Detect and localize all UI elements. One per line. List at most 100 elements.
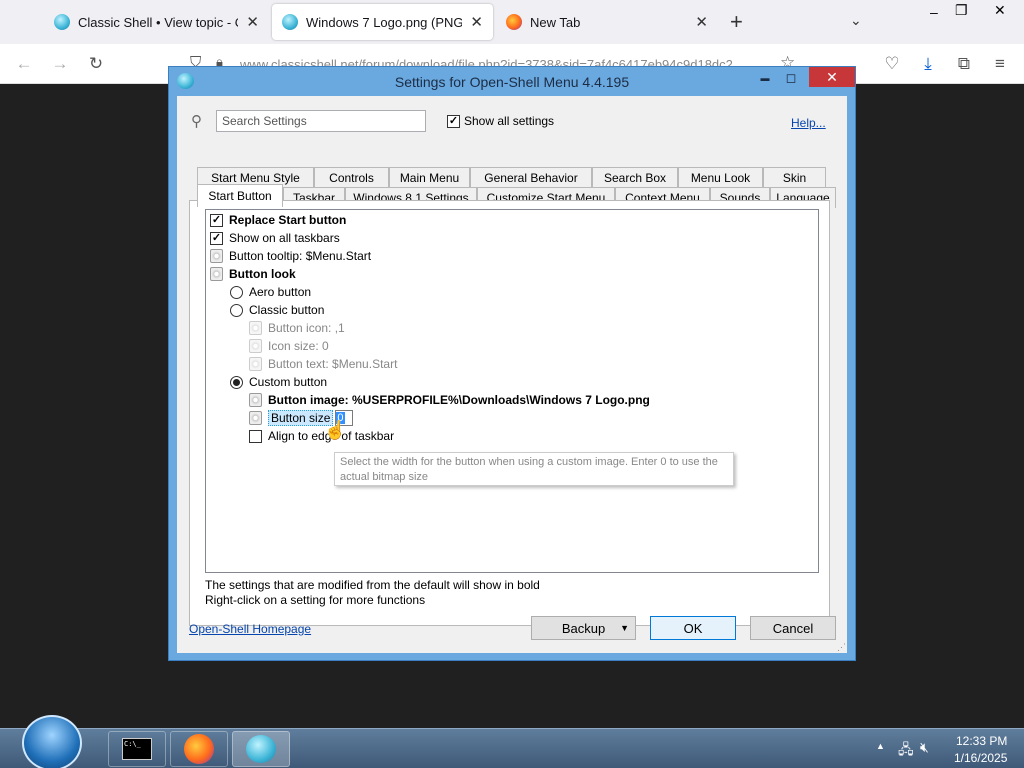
setting-aero-button[interactable]: Aero button [230, 283, 311, 301]
taskbar-open-shell-button[interactable] [232, 731, 290, 767]
setting-replace-start-button[interactable]: ✓ Replace Start button [210, 211, 346, 229]
list-all-tabs-icon[interactable]: ⌄ [850, 12, 862, 29]
setting-label: Custom button [249, 375, 328, 389]
window-close-icon[interactable]: ✕ [994, 2, 1006, 19]
taskbar-firefox-button[interactable] [170, 731, 228, 767]
reload-icon[interactable]: ↻ [84, 52, 108, 76]
radio-icon [230, 285, 243, 299]
settings-tree[interactable]: ✓ Replace Start button ✓ Show on all tas… [205, 209, 819, 573]
resize-grip-icon[interactable]: ⋰ [837, 642, 846, 653]
pocket-icon[interactable]: ♡ [880, 52, 904, 76]
maximize-icon[interactable]: ◻ [781, 67, 801, 89]
cancel-button[interactable]: Cancel [750, 616, 836, 640]
taskbar-cmd-button[interactable]: C:\_ [108, 731, 166, 767]
gear-icon [249, 357, 262, 371]
classic-shell-favicon-icon [282, 14, 298, 30]
window-restore-icon[interactable]: ❐ [955, 2, 968, 19]
show-all-settings-checkbox[interactable]: ✓ Show all settings [447, 114, 554, 128]
setting-align-to-edge[interactable]: Align to edge of taskbar [249, 427, 394, 445]
gear-icon [249, 339, 262, 353]
tab-menu-look[interactable]: Menu Look [678, 167, 763, 188]
setting-label: Button image: %USERPROFILE%\Downloads\Wi… [268, 393, 650, 407]
backup-button[interactable]: Backup ▼ [531, 616, 636, 640]
new-tab-button[interactable]: + [730, 9, 743, 35]
tab-skin[interactable]: Skin [763, 167, 826, 188]
browser-tab-new[interactable]: New Tab ✕ [496, 4, 718, 40]
tab-start-button[interactable]: Start Button [197, 184, 283, 207]
volume-muted-icon[interactable]: 🔇︎ [920, 739, 929, 756]
setting-button-image[interactable]: Button image: %USERPROFILE%\Downloads\Wi… [249, 391, 650, 409]
forward-icon[interactable]: → [48, 52, 72, 76]
dialog-client: ⚲ Search Settings ✓ Show all settings He… [177, 96, 847, 653]
setting-custom-button[interactable]: Custom button [230, 373, 327, 391]
setting-button-icon: Button icon: ,1 [249, 319, 345, 337]
open-shell-homepage-link[interactable]: Open-Shell Homepage [189, 622, 311, 636]
hand-cursor-icon: ☝ [324, 420, 347, 440]
gear-icon [249, 321, 262, 335]
ok-button[interactable]: OK [650, 616, 736, 640]
command-prompt-icon: C:\_ [122, 738, 152, 760]
setting-label: Button look [229, 267, 296, 281]
clock-time[interactable]: 12:33 PM [956, 734, 1007, 748]
setting-label: Button tooltip: $Menu.Start [229, 249, 372, 263]
tab-main-menu[interactable]: Main Menu [389, 167, 470, 188]
open-shell-icon [246, 735, 276, 763]
setting-label: Icon size: 0 [268, 339, 329, 353]
setting-button-tooltip[interactable]: Button tooltip: $Menu.Start [210, 247, 371, 265]
start-button-tab-pane: ✓ Replace Start button ✓ Show on all tas… [189, 200, 830, 626]
window-minimize-icon[interactable]: – [930, 4, 938, 20]
close-tab-icon[interactable]: ✕ [470, 13, 483, 31]
tab-controls[interactable]: Controls [314, 167, 389, 188]
setting-button-text: Button text: $Menu.Start [249, 355, 397, 373]
close-tab-icon[interactable]: ✕ [246, 13, 259, 31]
firefox-icon [184, 734, 214, 764]
menu-icon[interactable]: ≡ [988, 52, 1012, 76]
setting-button-look[interactable]: Button look [210, 265, 296, 283]
search-icon: ⚲ [191, 113, 202, 130]
browser-tab-windows-logo[interactable]: Windows 7 Logo.png (PNG Image ✕ [272, 4, 493, 40]
gear-icon [210, 249, 223, 263]
settings-dialog: Settings for Open-Shell Menu 4.4.195 ▬ ◻… [168, 66, 856, 661]
downloads-icon[interactable]: ⤓ [916, 52, 940, 76]
setting-icon-size: Icon size: 0 [249, 337, 329, 355]
checkmark-icon: ✓ [210, 213, 223, 227]
minimize-icon[interactable]: ▬ [755, 67, 775, 89]
setting-show-on-all-taskbars[interactable]: ✓ Show on all taskbars [210, 229, 340, 247]
setting-label: Classic button [249, 303, 325, 317]
start-orb-windows-logo-icon[interactable] [22, 715, 82, 768]
backup-label: Backup [561, 620, 606, 636]
note-right-click: Right-click on a setting for more functi… [205, 593, 426, 607]
show-hidden-icons-icon[interactable]: ▲ [876, 741, 885, 751]
browser-tab-classic-shell[interactable]: Classic Shell • View topic - Original ✕ [44, 4, 269, 40]
taskbar: C:\_ ▲ 🖧︎ 🔇︎ 12:33 PM 1/16/2025 [0, 715, 1024, 768]
show-all-label: Show all settings [464, 114, 555, 128]
firefox-view-icon[interactable] [10, 14, 26, 30]
close-tab-icon[interactable]: ✕ [695, 13, 708, 31]
tab-general-behavior[interactable]: General Behavior [470, 167, 592, 188]
setting-classic-button[interactable]: Classic button [230, 301, 324, 319]
clock-date[interactable]: 1/16/2025 [954, 751, 1007, 765]
setting-label: Button icon: ,1 [268, 321, 345, 335]
back-icon[interactable]: ← [12, 52, 36, 76]
help-link[interactable]: Help... [791, 116, 826, 130]
setting-label: Aero button [249, 285, 312, 299]
close-icon[interactable]: ✕ [809, 67, 855, 87]
radio-selected-icon [230, 375, 243, 389]
tab-title: New Tab [530, 14, 581, 30]
tab-search-box[interactable]: Search Box [592, 167, 678, 188]
tab-title: Windows 7 Logo.png (PNG Image [306, 14, 463, 30]
firefox-favicon-icon [506, 14, 522, 30]
gear-icon [210, 267, 223, 281]
tab-title: Classic Shell • View topic - Original [78, 14, 238, 30]
search-input[interactable]: Search Settings [216, 110, 426, 132]
setting-label: Show on all taskbars [229, 231, 340, 245]
network-icon[interactable]: 🖧︎ [898, 739, 914, 763]
extensions-icon[interactable]: ⧉ [952, 52, 976, 76]
setting-label: Replace Start button [229, 213, 347, 227]
checkmark-icon: ✓ [210, 231, 223, 245]
checkmark-icon: ✓ [447, 114, 460, 128]
radio-icon [230, 303, 243, 317]
dropdown-arrow-icon: ▼ [620, 623, 629, 633]
dialog-title: Settings for Open-Shell Menu 4.4.195 [394, 73, 630, 90]
system-tray: ▲ 🖧︎ 🔇︎ 12:33 PM 1/16/2025 [870, 729, 1024, 768]
